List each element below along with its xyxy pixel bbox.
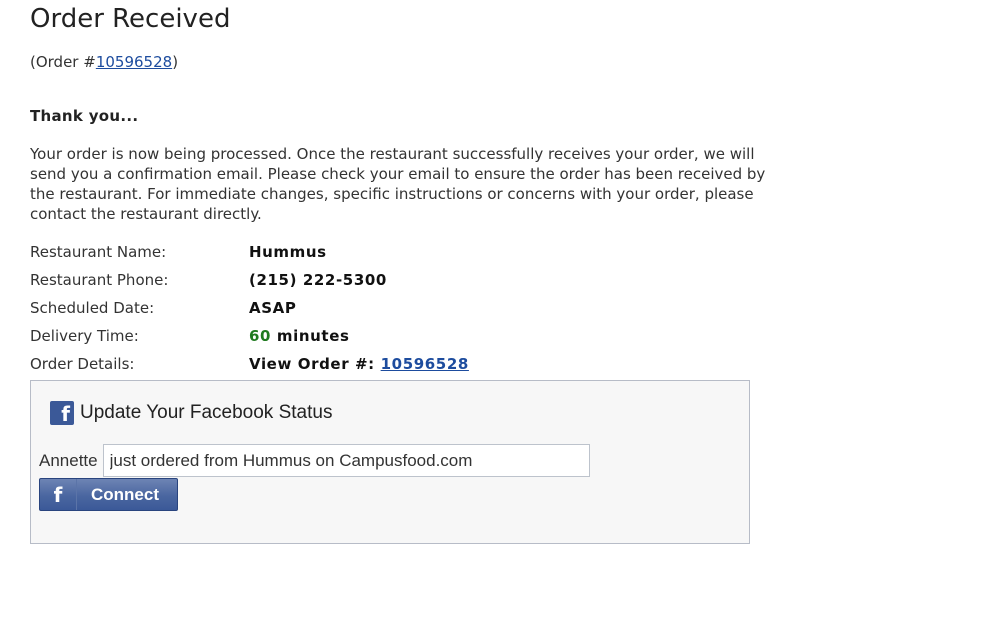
facebook-status-row: Annette (39, 444, 590, 477)
order-number-link[interactable]: 10596528 (96, 53, 172, 71)
delivery-time-label: Delivery Time: (30, 327, 139, 345)
restaurant-name-value: Hummus (249, 243, 327, 261)
thank-you-heading: Thank you... (30, 107, 139, 125)
order-details-label: Order Details: (30, 355, 135, 373)
restaurant-phone-label: Restaurant Phone: (30, 271, 169, 289)
facebook-status-panel: f Update Your Facebook Status Annette f … (30, 380, 750, 544)
order-ref-suffix: ) (172, 53, 179, 71)
detail-row-restaurant-name: Restaurant Name: Hummus (30, 238, 469, 266)
view-order-link[interactable]: 10596528 (381, 355, 469, 373)
page-title: Order Received (30, 4, 231, 34)
view-order-prefix: View Order #: (249, 355, 375, 373)
view-order-value: View Order #: 10596528 (249, 350, 469, 378)
processing-message: Your order is now being processed. Once … (30, 145, 766, 223)
scheduled-date-label: Scheduled Date: (30, 299, 155, 317)
facebook-icon: f (50, 401, 74, 426)
order-confirmation-page: Order Received (Order #10596528) Thank y… (0, 0, 1000, 625)
restaurant-phone-value: (215) 222-5300 (249, 271, 387, 289)
restaurant-name-label: Restaurant Name: (30, 243, 167, 261)
scheduled-date-value: ASAP (249, 299, 297, 317)
facebook-status-input[interactable] (102, 444, 590, 477)
connect-button-label: Connect (91, 484, 159, 504)
order-reference: (Order #10596528) (30, 53, 178, 71)
detail-row-restaurant-phone: Restaurant Phone: (215) 222-5300 (30, 266, 469, 294)
detail-row-delivery-time: Delivery Time: 60 minutes (30, 322, 469, 350)
facebook-f-icon: f (40, 479, 77, 510)
facebook-user-name: Annette (39, 450, 98, 470)
facebook-panel-title: Update Your Facebook Status (80, 402, 333, 423)
facebook-panel-header: f Update Your Facebook Status (50, 401, 333, 426)
facebook-connect-button[interactable]: f Connect (39, 478, 178, 511)
delivery-time-unit: minutes (276, 327, 350, 345)
order-ref-prefix: (Order # (30, 53, 96, 71)
order-details-table: Restaurant Name: Hummus Restaurant Phone… (30, 238, 469, 378)
delivery-time-value: 60 minutes (249, 322, 350, 350)
delivery-time-number: 60 (249, 327, 272, 345)
detail-row-order-details: Order Details: View Order #: 10596528 (30, 350, 469, 378)
detail-row-scheduled-date: Scheduled Date: ASAP (30, 294, 469, 322)
